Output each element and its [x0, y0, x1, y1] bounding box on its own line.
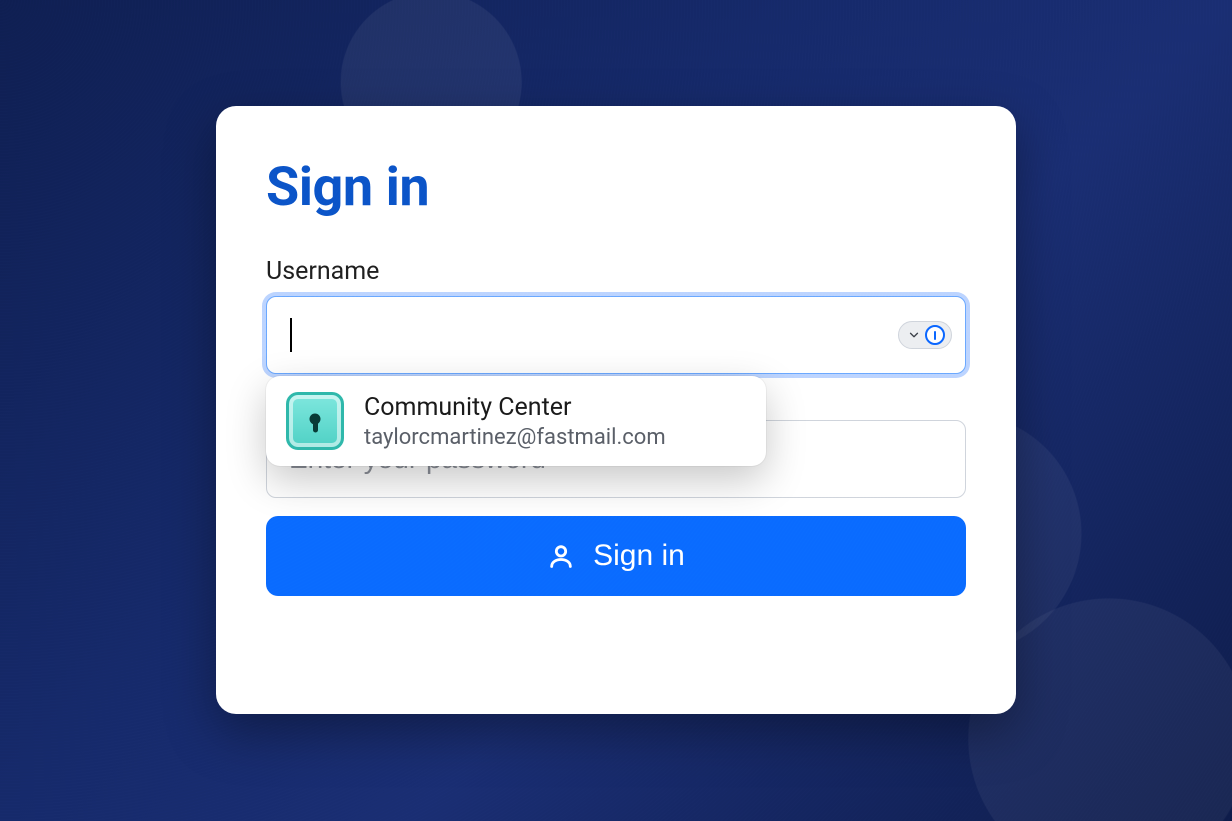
lock-icon — [286, 392, 344, 450]
autofill-site-name: Community Center — [364, 393, 666, 423]
signin-button-label: Sign in — [593, 539, 685, 573]
page-title: Sign in — [266, 156, 966, 219]
onepassword-icon — [925, 325, 945, 345]
autofill-username: taylorcmartinez@fastmail.com — [364, 425, 666, 450]
person-icon — [547, 542, 575, 570]
autofill-text: Community Center taylorcmartinez@fastmai… — [364, 393, 666, 450]
signin-button[interactable]: Sign in — [266, 516, 966, 596]
signin-card: Sign in Username Community Center taylor… — [216, 106, 1016, 714]
username-label: Username — [266, 257, 966, 286]
chevron-down-icon — [907, 328, 921, 342]
text-caret — [290, 318, 292, 352]
username-field-wrap: Community Center taylorcmartinez@fastmai… — [266, 296, 966, 374]
autofill-suggestion[interactable]: Community Center taylorcmartinez@fastmai… — [266, 376, 766, 466]
password-manager-pill[interactable] — [898, 321, 952, 349]
username-input[interactable] — [266, 296, 966, 374]
